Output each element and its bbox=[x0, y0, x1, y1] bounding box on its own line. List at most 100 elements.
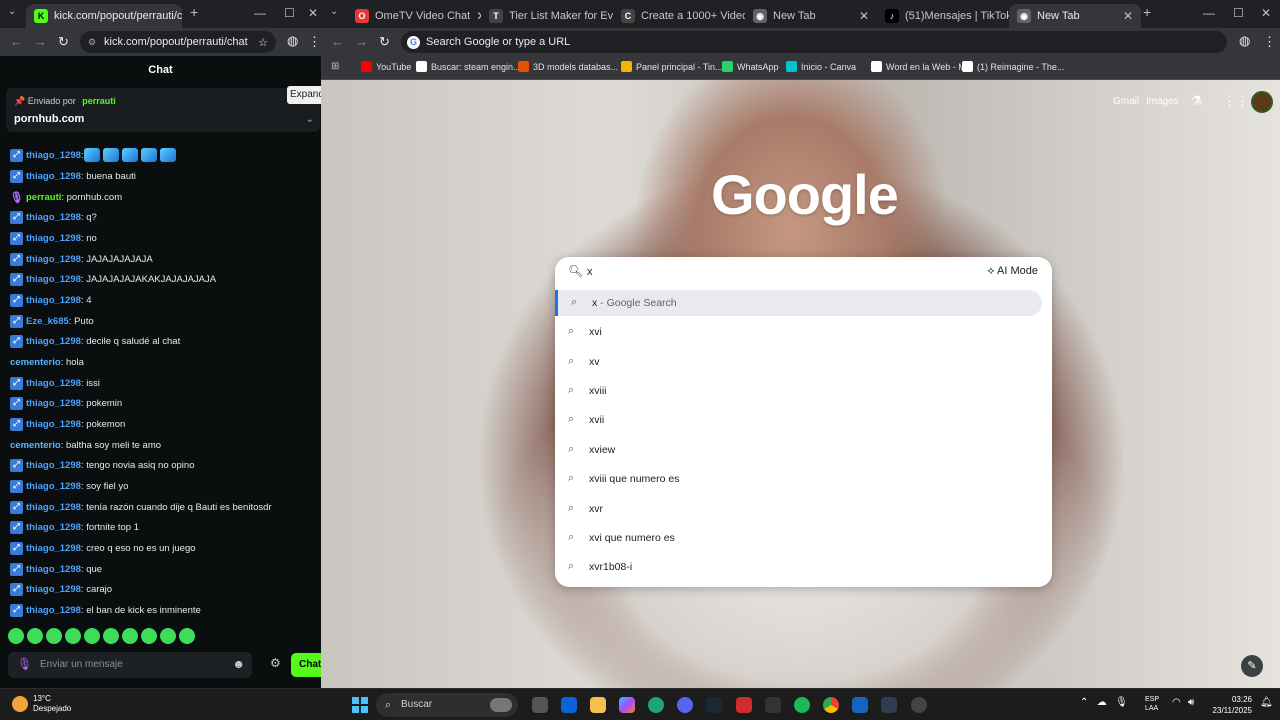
chevron-down-icon[interactable]: ⌄ bbox=[306, 114, 314, 125]
tab-new-tab[interactable]: ◉ New Tab ✕ bbox=[745, 4, 877, 28]
chat-username[interactable]: thiago_1298 bbox=[26, 336, 81, 347]
labs-flask-icon[interactable]: ⚗ bbox=[1191, 93, 1203, 109]
mic-icon[interactable]: 🎙 bbox=[17, 657, 32, 671]
chat-username[interactable]: thiago_1298 bbox=[26, 564, 81, 575]
chat-username[interactable]: cementerio bbox=[10, 440, 61, 451]
chat-username[interactable]: Eze_k685 bbox=[26, 316, 69, 327]
chat-username[interactable]: thiago_1298 bbox=[26, 502, 81, 513]
emote-button[interactable] bbox=[27, 628, 43, 644]
chat-username[interactable]: thiago_1298 bbox=[26, 398, 81, 409]
maximize-icon[interactable]: ☐ bbox=[1233, 6, 1244, 20]
avatar[interactable] bbox=[1251, 91, 1273, 113]
window-close-icon[interactable]: ✕ bbox=[308, 6, 318, 20]
bookmark-item[interactable]: (1) Reimagine - The... bbox=[962, 61, 1064, 72]
emoji-icon[interactable]: ☻ bbox=[232, 657, 245, 671]
address-input[interactable]: ⚙ kick.com/popout/perrauti/chat ☆ bbox=[80, 31, 276, 53]
ai-mode-button[interactable]: ⟡ AI Mode bbox=[987, 265, 1038, 278]
tab-search-icon[interactable]: ⌄ bbox=[330, 6, 338, 17]
google-apps-icon[interactable]: ⋮⋮ bbox=[1223, 93, 1249, 109]
suggestion-item[interactable]: ⌕ xvr bbox=[555, 496, 1042, 522]
profile-icon[interactable]: ◍ bbox=[1239, 33, 1250, 49]
game-launcher-icon[interactable] bbox=[736, 697, 752, 713]
emote-button[interactable] bbox=[65, 628, 81, 644]
close-icon[interactable]: ✕ bbox=[1117, 9, 1133, 23]
apps-grid-icon[interactable]: ⊞ bbox=[331, 61, 339, 72]
gmail-link[interactable]: Gmail bbox=[1113, 96, 1139, 107]
suggestion-item[interactable]: ⌕ xviii bbox=[555, 378, 1042, 404]
minimize-icon[interactable]: — bbox=[1203, 6, 1215, 20]
emote-button[interactable] bbox=[141, 628, 157, 644]
site-info-icon[interactable]: ⚙ bbox=[88, 37, 96, 48]
emote-button[interactable] bbox=[84, 628, 100, 644]
tab-kick-chat[interactable]: K kick.com/popout/perrauti/chat ✕ bbox=[26, 4, 182, 28]
outlook-icon[interactable] bbox=[561, 697, 577, 713]
customize-pencil-icon[interactable]: ✎ bbox=[1241, 655, 1263, 677]
mic-tray-icon[interactable]: 🎙 bbox=[1115, 697, 1128, 708]
bookmark-item[interactable]: Inicio - Canva bbox=[786, 61, 856, 72]
steam-icon[interactable] bbox=[706, 697, 722, 713]
clock[interactable]: 03:26 23/11/2025 bbox=[1208, 694, 1252, 716]
minimize-icon[interactable]: — bbox=[254, 6, 266, 20]
epic-games-icon[interactable] bbox=[765, 697, 781, 713]
chat-username[interactable]: thiago_1298 bbox=[26, 605, 81, 616]
suggestion-item[interactable]: ⌕ xvi que numero es bbox=[555, 525, 1042, 551]
send-chat-button[interactable]: Chat bbox=[291, 653, 321, 677]
language-indicator[interactable]: ESP LAA bbox=[1145, 695, 1159, 713]
chat-username[interactable]: thiago_1298 bbox=[26, 274, 81, 285]
weather-widget[interactable]: 13°C Despejado bbox=[12, 694, 71, 714]
reload-icon[interactable]: ↻ bbox=[58, 34, 69, 50]
tab-new-tab-active[interactable]: ◉ New Tab ✕ bbox=[1009, 4, 1141, 28]
tab-tierlist[interactable]: T Tier List Maker for Every ✕ bbox=[481, 4, 613, 28]
suggestion-item[interactable]: ⌕ xv bbox=[555, 349, 1042, 375]
taskbar-search[interactable]: ⌕ Buscar bbox=[376, 693, 518, 717]
forward-icon[interactable]: → bbox=[34, 34, 47, 49]
chat-username[interactable]: thiago_1298 bbox=[26, 150, 81, 161]
chevron-up-icon[interactable]: ⌃ bbox=[1080, 697, 1088, 708]
suggestion-item[interactable]: ⌕ xviii que numero es bbox=[555, 466, 1042, 492]
obs-icon[interactable] bbox=[911, 697, 927, 713]
chrome-icon[interactable] bbox=[823, 697, 839, 713]
copilot-icon[interactable] bbox=[619, 697, 635, 713]
chat-username[interactable]: thiago_1298 bbox=[26, 543, 81, 554]
file-explorer-icon[interactable] bbox=[590, 697, 606, 713]
capcut-icon[interactable] bbox=[852, 697, 868, 713]
bookmark-item[interactable]: 3D models databas... bbox=[518, 61, 618, 72]
chat-username[interactable]: thiago_1298 bbox=[26, 212, 81, 223]
chat-username[interactable]: thiago_1298 bbox=[26, 233, 81, 244]
bookmark-item[interactable]: WhatsApp bbox=[722, 61, 779, 72]
spotify-icon[interactable] bbox=[794, 697, 810, 713]
close-icon[interactable]: ✕ bbox=[853, 9, 869, 23]
edge-icon[interactable] bbox=[648, 697, 664, 713]
window-close-icon[interactable]: ✕ bbox=[1261, 6, 1271, 20]
chat-username[interactable]: thiago_1298 bbox=[26, 295, 81, 306]
chat-username[interactable]: cementerio bbox=[10, 357, 61, 368]
bookmark-item[interactable]: Word en la Web - M... bbox=[871, 61, 973, 72]
discord-icon[interactable] bbox=[677, 697, 693, 713]
pinned-user[interactable]: perrauti bbox=[82, 96, 116, 106]
notifications-icon[interactable]: 🔔︎ bbox=[1260, 697, 1273, 708]
suggestion-item[interactable]: ⌕ xview bbox=[555, 437, 1042, 463]
emote-button[interactable] bbox=[8, 628, 24, 644]
images-link[interactable]: Images bbox=[1146, 96, 1179, 107]
onedrive-icon[interactable]: ☁ bbox=[1097, 697, 1107, 708]
wifi-icon[interactable]: ◠ bbox=[1172, 697, 1181, 708]
bookmark-item[interactable]: YouTube bbox=[361, 61, 411, 72]
chat-username[interactable]: perrauti bbox=[26, 192, 61, 203]
emote-button[interactable] bbox=[122, 628, 138, 644]
back-icon[interactable]: ← bbox=[10, 34, 23, 49]
reload-icon[interactable]: ↻ bbox=[379, 34, 390, 50]
chat-username[interactable]: thiago_1298 bbox=[26, 378, 81, 389]
pinned-message[interactable]: 📌 Enviado por perrauti pornhub.com ⌄ bbox=[6, 88, 320, 132]
chat-message-input[interactable]: 🎙 Enviar un mensaje ☻ bbox=[8, 652, 252, 678]
emote-button[interactable] bbox=[103, 628, 119, 644]
tab-ometv[interactable]: O OmeTV Video Chat ✕ bbox=[347, 4, 481, 28]
forward-icon[interactable]: → bbox=[355, 34, 368, 49]
gear-icon[interactable]: ⚙ bbox=[270, 656, 281, 670]
tab-tiktok[interactable]: ♪ (51)Mensajes | TikTok ✕ bbox=[877, 4, 1009, 28]
suggestion-item[interactable]: ⌕ xvr1b08-i bbox=[555, 554, 1042, 580]
maximize-icon[interactable]: ☐ bbox=[284, 6, 295, 20]
omnibox[interactable]: G Search Google or type a URL bbox=[401, 31, 1227, 53]
search-input[interactable] bbox=[587, 262, 967, 282]
bookmark-item[interactable]: Buscar: steam engin... bbox=[416, 61, 521, 72]
back-icon[interactable]: ← bbox=[331, 34, 344, 49]
